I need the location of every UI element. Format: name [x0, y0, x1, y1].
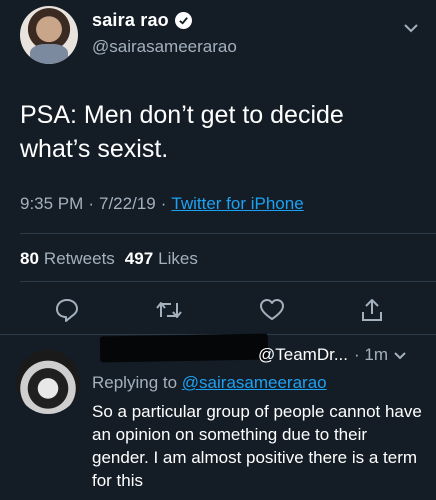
replying-to: Replying to @sairasameerarao	[92, 373, 327, 393]
reply-text: So a particular group of people cannot h…	[92, 402, 422, 490]
divider	[20, 281, 436, 282]
reply-icon[interactable]	[52, 295, 82, 325]
tweet-stats: 80 Retweets 497 Likes	[20, 249, 198, 269]
likes-count: 497	[124, 249, 154, 268]
retweets-label: Retweets	[43, 249, 115, 268]
reply-author-handle[interactable]: @TeamDr...	[258, 345, 348, 365]
author-avatar[interactable]	[20, 6, 78, 64]
replying-to-mention[interactable]: @sairasameerarao	[182, 373, 327, 392]
heart-icon[interactable]	[257, 295, 287, 325]
tweet-source-link[interactable]: Twitter for iPhone	[171, 194, 303, 214]
reply-author-avatar[interactable]	[16, 350, 80, 414]
tweet-text: PSA: Men don’t get to decide what’s sexi…	[20, 101, 344, 163]
likes-stat[interactable]: 497 Likes	[125, 249, 198, 269]
meta-separator: ·	[160, 194, 167, 213]
share-icon[interactable]	[357, 295, 387, 325]
author-display-name[interactable]: saira rao	[92, 10, 169, 31]
chevron-down-icon[interactable]	[394, 345, 406, 365]
retweets-count: 80	[20, 249, 39, 268]
replying-to-prefix: Replying to	[92, 373, 178, 392]
divider	[20, 233, 436, 234]
tweet-time: 9:35 PM	[20, 194, 84, 213]
reply-author-row: @TeamDr... · 1m	[258, 345, 406, 365]
author-handle[interactable]: @sairasameerarao	[92, 37, 237, 57]
retweet-icon[interactable]	[154, 295, 184, 325]
tweet-action-bar	[0, 295, 436, 325]
chevron-down-icon[interactable]	[403, 20, 419, 38]
tweet-date: 7/22/19	[98, 194, 156, 213]
verified-badge-icon	[174, 12, 192, 29]
author-name-row: saira rao	[92, 10, 192, 31]
redacted-name	[99, 333, 269, 363]
tweet-meta: 9:35 PM · 7/22/19 · Twitter for iPhone	[20, 194, 304, 214]
reply-time: · 1m	[354, 345, 388, 364]
likes-label: Likes	[158, 249, 198, 268]
meta-separator: ·	[88, 194, 94, 213]
retweets-stat[interactable]: 80 Retweets	[20, 249, 115, 269]
